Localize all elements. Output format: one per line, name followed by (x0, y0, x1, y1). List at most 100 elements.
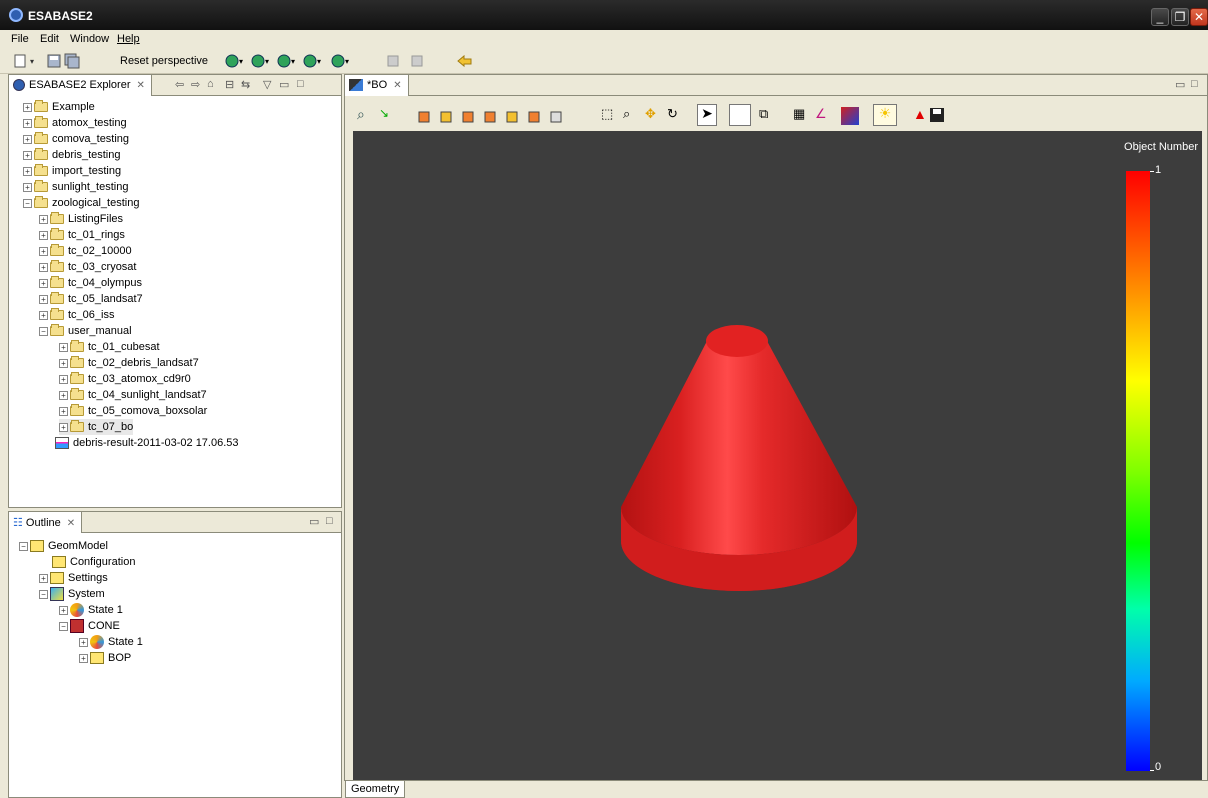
bottom-view-icon[interactable] (528, 111, 540, 123)
bookmark-icon[interactable]: ▲ (913, 106, 927, 122)
collapse-icon[interactable]: − (39, 589, 48, 599)
expand-icon[interactable]: + (79, 637, 88, 647)
nav-back-icon[interactable] (386, 53, 408, 69)
expand-icon[interactable]: + (23, 102, 32, 112)
tab-geometry[interactable]: Geometry (345, 781, 406, 798)
home-icon[interactable]: ⌂ (207, 78, 214, 90)
tree-item-tc-01-cubesat[interactable]: + tc_01_cubesat (59, 339, 160, 355)
menu-edit[interactable]: Edit (40, 33, 59, 45)
undo-arrow-icon[interactable] (456, 53, 474, 69)
zoom-icon[interactable]: ⌕ (357, 106, 365, 123)
tree-item-tc-04-sunlight-landsat7[interactable]: + tc_04_sunlight_landsat7 (59, 387, 207, 403)
tab-bo-editor[interactable]: *BO ✕ (345, 75, 409, 96)
collapse-all-icon[interactable]: ⊟ (225, 78, 234, 91)
light-icon[interactable]: ☀ (873, 104, 897, 126)
minimize-view-icon[interactable]: ▭ (1175, 78, 1185, 91)
tree-item-example[interactable]: + Example (23, 99, 95, 115)
menu-window[interactable]: Window (70, 33, 109, 45)
view-menu-icon[interactable]: ▽ (263, 78, 271, 91)
tree-item-listingfiles[interactable]: + ListingFiles (39, 211, 123, 227)
minimize-button[interactable]: _ (1151, 8, 1169, 26)
3d-viewport[interactable]: Object Number 1 0 (353, 131, 1202, 780)
expand-icon[interactable]: + (23, 182, 32, 192)
close-button[interactable]: ✕ (1190, 8, 1208, 26)
minimize-view-icon[interactable]: ▭ (279, 78, 289, 91)
collapse-icon[interactable]: − (59, 621, 68, 631)
tree-item-atomox-testing[interactable]: + atomox_testing (23, 115, 127, 131)
forward-arrow-icon[interactable]: ⇨ (191, 78, 200, 91)
tree-item-tc-02-debris-landsat7[interactable]: + tc_02_debris_landsat7 (59, 355, 199, 371)
run-globe-icon[interactable]: ▾ (224, 53, 246, 69)
color-scale-icon[interactable] (841, 107, 859, 125)
zoom-lens-icon[interactable]: ⌕ (623, 106, 630, 122)
close-icon[interactable]: ✕ (67, 518, 75, 529)
expand-icon[interactable]: + (39, 573, 48, 583)
tree-item-tc-02-10000[interactable]: + tc_02_10000 (39, 243, 132, 259)
cone-model[interactable] (353, 131, 1202, 780)
outline-item-settings[interactable]: + Settings (39, 570, 108, 586)
expand-icon[interactable]: + (79, 653, 88, 663)
tree-item-zoological-testing[interactable]: − zoological_testing (23, 195, 139, 211)
save-all-icon[interactable] (64, 53, 80, 69)
save-image-icon[interactable] (929, 107, 945, 123)
expand-icon[interactable]: + (23, 150, 32, 160)
mesh-icon[interactable]: ▦ (793, 106, 805, 122)
close-icon[interactable]: ✕ (137, 80, 145, 91)
shaded-box-icon[interactable]: ⧉ (759, 106, 768, 122)
tree-item-tc-05-landsat7[interactable]: + tc_05_landsat7 (39, 291, 143, 307)
wireframe-box-icon[interactable] (729, 104, 751, 126)
nav-forward-icon[interactable] (410, 53, 432, 69)
reset-perspective-button[interactable]: Reset perspective (120, 55, 208, 67)
right-view-icon[interactable] (484, 111, 496, 123)
zoom-box-icon[interactable]: ⬚ (601, 106, 613, 122)
restore-button[interactable]: ❐ (1171, 8, 1189, 26)
tree-item-comova-testing[interactable]: + comova_testing (23, 131, 129, 147)
tree-item-tc-06-iss[interactable]: + tc_06_iss (39, 307, 114, 323)
tree-item-tc-05-comova-boxsolar[interactable]: + tc_05_comova_boxsolar (59, 403, 207, 419)
tree-item-debris-testing[interactable]: + debris_testing (23, 147, 121, 163)
front-view-icon[interactable] (418, 111, 430, 123)
expand-icon[interactable]: + (23, 118, 32, 128)
collapse-icon[interactable]: − (23, 198, 32, 208)
axis-icon[interactable]: ∠ (815, 106, 827, 122)
close-icon[interactable]: ✕ (393, 80, 401, 91)
tree-item-tc-03-atomox-cd9r0[interactable]: + tc_03_atomox_cd9r0 (59, 371, 191, 387)
expand-icon[interactable]: + (39, 278, 48, 288)
tree-item-tc-07-bo[interactable]: + tc_07_bo (59, 419, 134, 435)
menu-help[interactable]: Help (117, 33, 140, 45)
back-view-icon[interactable] (440, 111, 452, 123)
expand-icon[interactable]: + (39, 310, 48, 320)
tab-outline[interactable]: ☷ Outline ✕ (9, 512, 83, 533)
maximize-view-icon[interactable]: □ (297, 78, 304, 90)
tree-item-tc-01-rings[interactable]: + tc_01_rings (39, 227, 125, 243)
expand-icon[interactable]: + (39, 230, 48, 240)
menu-file[interactable]: File (11, 33, 29, 45)
outline-item-configuration[interactable]: Configuration (52, 554, 135, 570)
expand-icon[interactable]: + (59, 422, 68, 432)
run-globe-5-icon[interactable]: ▾ (330, 53, 352, 69)
run-globe-4-icon[interactable]: ▾ (302, 53, 324, 69)
new-file-icon[interactable]: ▾ (13, 53, 43, 69)
run-globe-2-icon[interactable]: ▾ (250, 53, 272, 69)
expand-icon[interactable]: + (23, 166, 32, 176)
rotate-icon[interactable]: ↻ (667, 106, 678, 122)
expand-icon[interactable]: + (23, 134, 32, 144)
expand-icon[interactable]: + (39, 294, 48, 304)
left-view-icon[interactable] (462, 111, 474, 123)
link-editor-icon[interactable]: ⇆ (241, 78, 250, 91)
outline-item-cone[interactable]: − CONE (59, 618, 120, 634)
select-arrow-icon[interactable]: ➤ (697, 104, 717, 126)
minimize-view-icon[interactable]: ▭ (309, 515, 319, 528)
tree-item-debris-result[interactable]: debris-result-2011-03-02 17.06.53 (55, 435, 239, 451)
expand-icon[interactable]: + (39, 262, 48, 272)
collapse-icon[interactable]: − (19, 541, 28, 551)
save-icon[interactable] (46, 53, 62, 69)
tree-item-import-testing[interactable]: + import_testing (23, 163, 121, 179)
tree-item-tc-04-olympus[interactable]: + tc_04_olympus (39, 275, 142, 291)
expand-icon[interactable]: + (59, 342, 68, 352)
maximize-view-icon[interactable]: □ (326, 515, 333, 527)
outline-item-cone-state-1[interactable]: + State 1 (79, 634, 143, 650)
expand-icon[interactable]: + (59, 374, 68, 384)
expand-icon[interactable]: + (59, 406, 68, 416)
tree-item-user-manual[interactable]: − user_manual (39, 323, 132, 339)
